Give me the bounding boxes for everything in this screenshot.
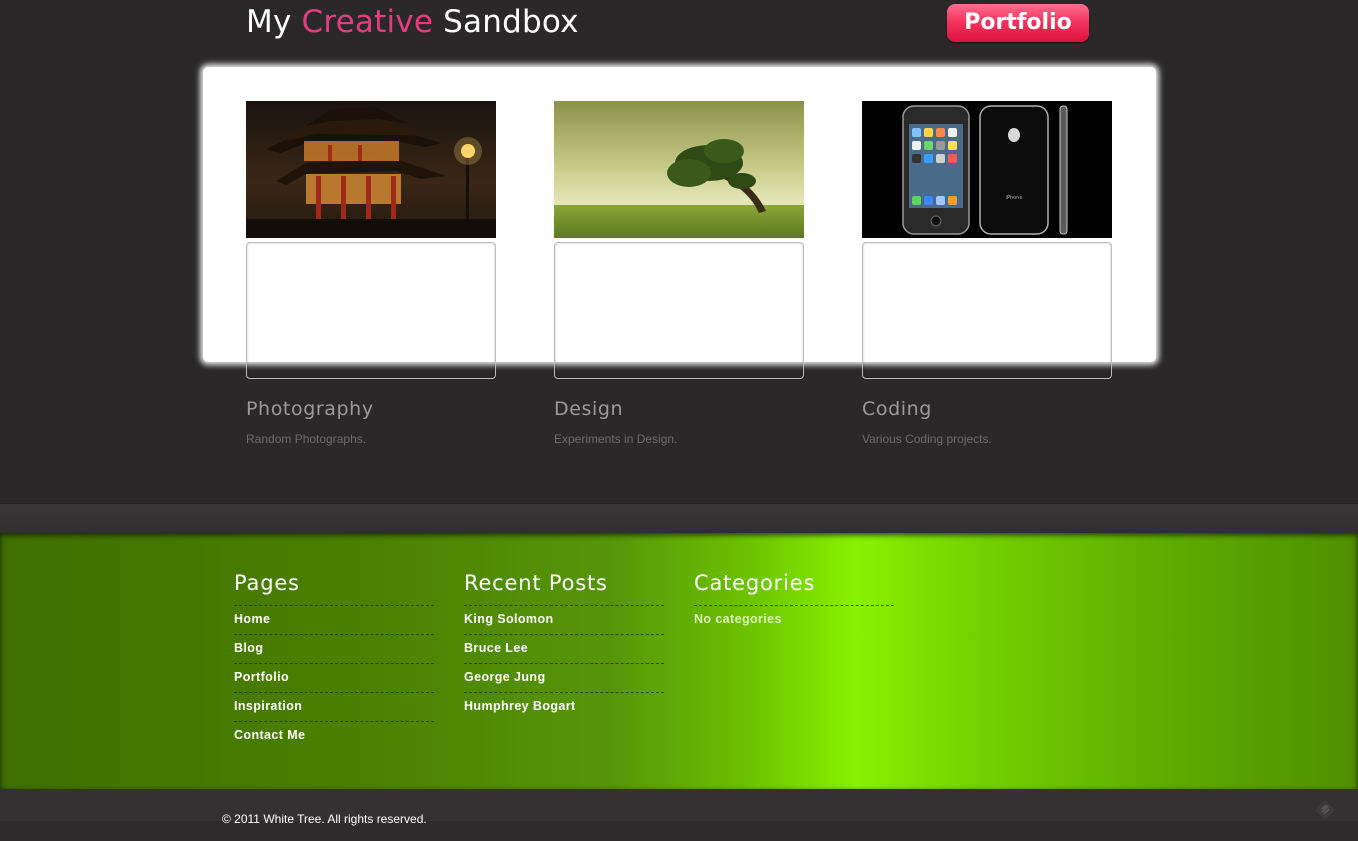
photography-thumbnail[interactable] [246, 101, 496, 238]
coding-thumbnail[interactable]: iPhone [862, 101, 1112, 238]
pages-list: Home Blog Portfolio Inspiration Contact … [234, 606, 434, 750]
photography-frame [246, 242, 496, 379]
footer-recent-posts-widget: Recent Posts King Solomon Bruce Lee Geor… [464, 568, 664, 721]
site-title-prefix: My [246, 4, 302, 40]
recent-posts-heading: Recent Posts [464, 568, 664, 606]
pages-item-portfolio[interactable]: Portfolio [234, 664, 434, 693]
design-frame [554, 242, 804, 379]
recent-post-item[interactable]: George Jung [464, 664, 664, 693]
design-description: Experiments in Design. [554, 432, 678, 446]
footer-widgets [0, 533, 1358, 789]
categories-heading: Categories [694, 568, 894, 606]
site-title[interactable]: My Creative Sandbox [246, 4, 579, 40]
footer-categories-widget: Categories No categories [694, 568, 894, 634]
svg-text:iPhone: iPhone [1006, 195, 1023, 201]
design-title[interactable]: Design [554, 398, 623, 420]
copyright-text: © 2011 White Tree. All rights reserved. [222, 812, 427, 826]
categories-empty-text: No categories [694, 612, 782, 626]
pages-item-contact[interactable]: Contact Me [234, 722, 434, 750]
coding-frame [862, 242, 1112, 379]
pages-heading: Pages [234, 568, 434, 606]
design-thumbnail[interactable] [554, 101, 804, 238]
footer-bottom-bar [0, 789, 1358, 841]
footer-bottom-stripe [0, 821, 1358, 841]
coding-title[interactable]: Coding [862, 398, 932, 420]
iphone-image: iPhone [862, 101, 1112, 238]
site-title-suffix: Sandbox [433, 4, 579, 40]
tree-image [554, 101, 804, 238]
portfolio-nav-button[interactable]: Portfolio [947, 4, 1089, 42]
recent-posts-list: King Solomon Bruce Lee George Jung Humph… [464, 606, 664, 721]
recent-post-item[interactable]: King Solomon [464, 606, 664, 635]
categories-list: No categories [694, 606, 894, 634]
pagoda-image [246, 101, 496, 238]
footer-pages-widget: Pages Home Blog Portfolio Inspiration Co… [234, 568, 434, 750]
site-title-accent: Creative [301, 4, 434, 40]
pages-item-inspiration[interactable]: Inspiration [234, 693, 434, 722]
photography-title[interactable]: Photography [246, 398, 374, 420]
recent-post-item[interactable]: Humphrey Bogart [464, 693, 664, 721]
leaf-logo-icon[interactable] [1313, 799, 1337, 821]
footer-top-band [0, 503, 1358, 534]
photography-description: Random Photographs. [246, 432, 367, 446]
pages-item-blog[interactable]: Blog [234, 635, 434, 664]
coding-description: Various Coding projects. [862, 432, 992, 446]
recent-post-item[interactable]: Bruce Lee [464, 635, 664, 664]
pages-item-home[interactable]: Home [234, 606, 434, 635]
